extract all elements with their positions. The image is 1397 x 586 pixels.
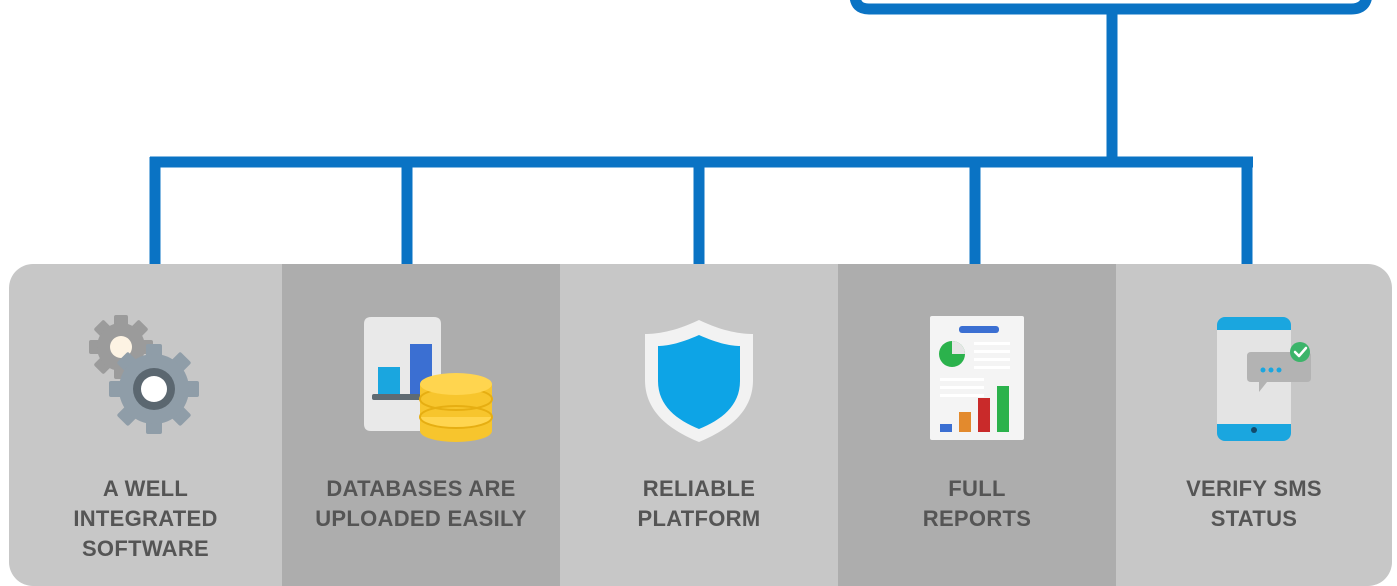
shield-icon [624, 314, 774, 444]
feature-label: FULL REPORTS [838, 474, 1116, 534]
label-line: REPORTS [922, 506, 1032, 531]
label-line: INTEGRATED [73, 506, 218, 531]
label-line: STATUS [1210, 506, 1298, 531]
label-line: FULL [948, 476, 1006, 501]
feature-panel-row: A WELL INTEGRATED SOFTWARE DATABASES ARE… [9, 264, 1392, 586]
label-line: SOFTWARE [81, 536, 210, 561]
feature-panel-databases: DATABASES ARE UPLOADED EASILY [282, 264, 560, 586]
sms-verify-icon [1179, 314, 1329, 444]
feature-label: RELIABLE PLATFORM [560, 474, 838, 534]
feature-label: DATABASES ARE UPLOADED EASILY [282, 474, 560, 534]
feature-panel-full-reports: FULL REPORTS [838, 264, 1116, 586]
database-upload-icon [346, 314, 496, 444]
label-line: RELIABLE [642, 476, 756, 501]
top-box-edge [849, 0, 1372, 15]
label-line: PLATFORM [637, 506, 761, 531]
feature-panel-integrated-software: A WELL INTEGRATED SOFTWARE [9, 264, 282, 586]
feature-label: VERIFY SMS STATUS [1116, 474, 1392, 534]
feature-panel-verify-sms: VERIFY SMS STATUS [1116, 264, 1392, 586]
label-line: DATABASES ARE [326, 476, 516, 501]
label-line: UPLOADED EASILY [315, 506, 527, 531]
gears-icon [71, 314, 221, 444]
feature-label: A WELL INTEGRATED SOFTWARE [9, 474, 282, 564]
label-line: VERIFY SMS [1186, 476, 1322, 501]
label-line: A WELL [102, 476, 189, 501]
feature-panel-reliable-platform: RELIABLE PLATFORM [560, 264, 838, 586]
report-icon [902, 314, 1052, 444]
